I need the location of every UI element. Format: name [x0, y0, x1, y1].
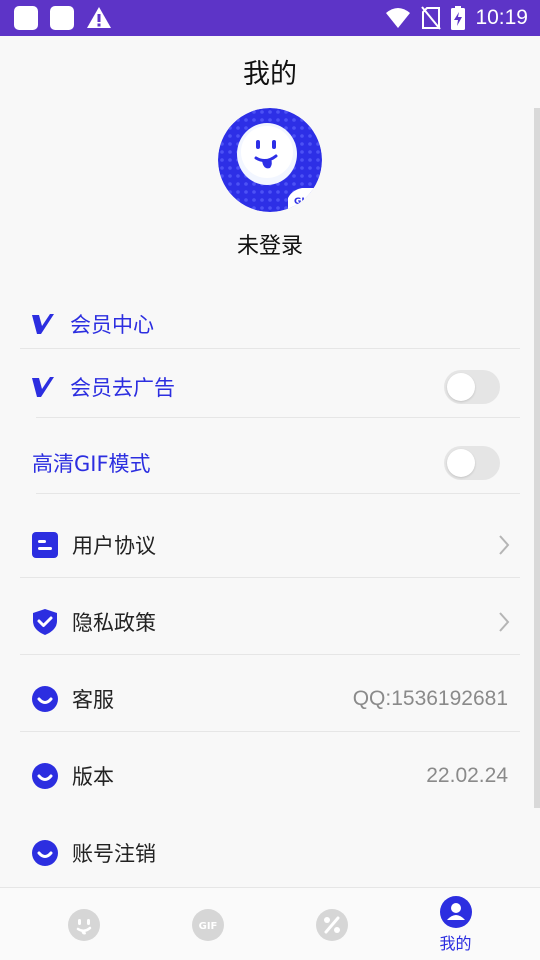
toggle-knob [447, 373, 475, 401]
shield-check-icon [32, 609, 58, 635]
warning-icon [87, 7, 111, 28]
privacy-policy-label: 隐私政策 [72, 611, 156, 635]
clock: 10:19 [475, 6, 528, 29]
vip-v-icon [30, 311, 56, 337]
bottom-nav: GIF 我的 [0, 887, 540, 960]
divider [36, 493, 520, 494]
svg-text:GI: GI [294, 197, 305, 207]
hd-gif-mode-label: 高清GIF模式 [32, 452, 151, 476]
divider [20, 577, 520, 578]
divider [36, 417, 520, 418]
gif-icon: GIF [191, 908, 224, 941]
vip-center-label: 会员中心 [70, 313, 154, 337]
face-icon [67, 908, 100, 941]
percent-icon [315, 908, 348, 941]
login-status: 未登录 [236, 234, 303, 259]
nav-tab-mine-label: 我的 [439, 933, 472, 953]
hd-gif-mode-toggle[interactable] [444, 446, 500, 480]
hd-gif-mode-row: 高清GIF模式 [20, 438, 520, 488]
chevron-right-icon [499, 612, 510, 632]
battery-charging-icon [451, 6, 466, 30]
user-agreement-row[interactable]: 用户协议 [20, 520, 520, 570]
delete-account-row[interactable]: 账号注销 [20, 828, 520, 878]
toggle-knob [447, 449, 475, 477]
nav-tab-mine[interactable]: 我的 [388, 888, 523, 960]
customer-service-row[interactable]: 客服 QQ:1536192681 [20, 674, 520, 724]
no-sim-icon [421, 6, 442, 30]
vip-remove-ads-row: 会员去广告 [20, 362, 520, 412]
smile-icon [32, 840, 58, 866]
version-label: 版本 [72, 765, 114, 789]
customer-service-qq: QQ:1536192681 [352, 687, 508, 710]
smile-icon [32, 686, 58, 712]
privacy-policy-row[interactable]: 隐私政策 [20, 597, 520, 647]
nav-tab-percent[interactable] [264, 888, 399, 960]
version-value: 22.02.24 [426, 764, 508, 787]
chevron-right-icon [499, 535, 510, 555]
svg-text:GIF: GIF [198, 921, 217, 932]
nav-tab-face[interactable] [16, 888, 151, 960]
vip-remove-ads-label: 会员去广告 [70, 376, 175, 400]
divider [20, 348, 520, 349]
gif-mascot-avatar-icon: GI [218, 108, 322, 212]
page-title: 我的 [243, 59, 297, 90]
wifi-icon [386, 8, 411, 28]
version-row: 版本 22.02.24 [20, 751, 520, 801]
app-notification-icon [50, 6, 74, 30]
customer-service-label: 客服 [72, 688, 114, 712]
app-notification-icon [14, 6, 38, 30]
user-agreement-label: 用户协议 [72, 534, 156, 558]
divider [20, 654, 520, 655]
status-bar: 10:19 [0, 0, 540, 36]
scrollbar [534, 108, 540, 808]
vip-v-icon [30, 374, 56, 400]
nav-tab-gif[interactable]: GIF [140, 888, 275, 960]
vip-remove-ads-toggle[interactable] [444, 370, 500, 404]
delete-account-label: 账号注销 [72, 842, 156, 866]
avatar[interactable]: GI [218, 108, 322, 212]
document-icon [32, 532, 58, 558]
smile-icon [32, 763, 58, 789]
divider [20, 731, 520, 732]
vip-center-row[interactable]: 会员中心 [20, 300, 520, 348]
person-icon [439, 895, 472, 928]
